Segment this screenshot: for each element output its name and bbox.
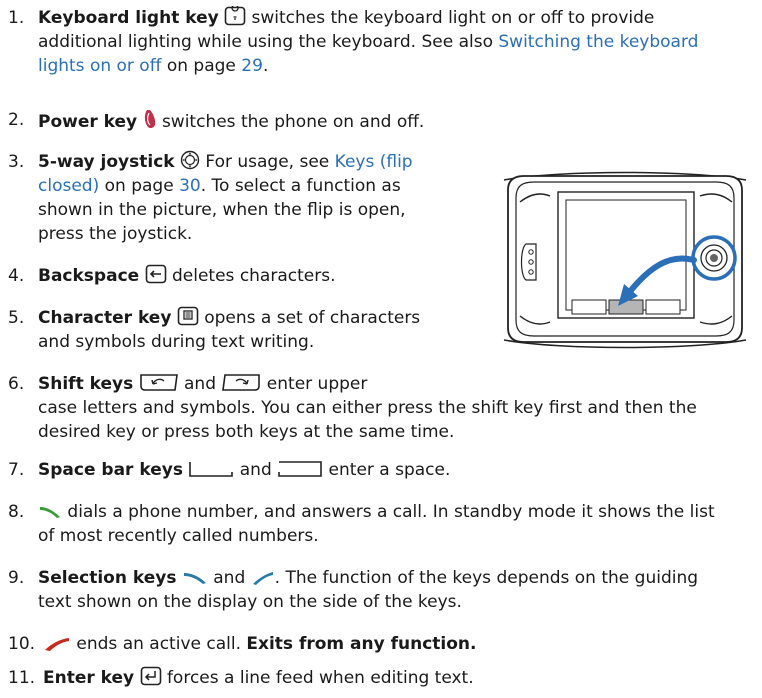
item-term: Character key (38, 308, 172, 328)
item-number: 5. (8, 308, 25, 328)
item-term: Space bar keys (38, 460, 183, 480)
link-page-29[interactable]: 29 (241, 56, 263, 76)
link-keyboard-lights[interactable]: Switching the keyboard (498, 32, 698, 52)
item-term: Shift keys (38, 374, 134, 394)
item-term: Enter key (43, 668, 135, 688)
item-term: Selection keys (38, 568, 177, 588)
item-number: 6. (8, 374, 25, 394)
item-term: Power key (38, 112, 138, 132)
keyboard-light-icon (224, 6, 246, 26)
item-number: 3. (8, 152, 25, 172)
item-number: 9. (8, 568, 25, 588)
space-right-icon (277, 460, 323, 478)
power-icon (143, 108, 157, 130)
selection-right-icon (251, 570, 275, 586)
item-number: 10. (8, 634, 36, 654)
backspace-icon (145, 264, 167, 284)
enter-icon (140, 666, 162, 686)
item-term: Backspace (38, 266, 140, 286)
item-number: 2. (8, 110, 25, 130)
item-number: 4. (8, 266, 25, 286)
shift-left-icon (139, 372, 179, 392)
item-term: 5-way joystick (38, 152, 175, 172)
item-number: 1. (8, 8, 25, 28)
link-page-30[interactable]: 30 (179, 176, 201, 196)
space-left-icon (188, 460, 234, 478)
link-keys-flip-closed[interactable]: Keys (flip (335, 152, 413, 172)
joystick-icon (180, 150, 200, 170)
character-key-icon (177, 306, 199, 326)
link-keys-flip-closed-cont[interactable]: closed) (38, 176, 99, 196)
end-call-icon (43, 636, 71, 652)
item-number: 11. (8, 668, 36, 688)
item-emphasis: Exits from any function. (246, 634, 477, 654)
item-number: 8. (8, 502, 25, 522)
shift-right-icon (221, 372, 261, 392)
selection-left-icon (182, 570, 208, 586)
item-term: Keyboard light key (38, 8, 219, 28)
item-number: 7. (8, 460, 25, 480)
call-icon (38, 504, 62, 520)
link-keyboard-lights-cont[interactable]: lights on or off (38, 56, 161, 76)
